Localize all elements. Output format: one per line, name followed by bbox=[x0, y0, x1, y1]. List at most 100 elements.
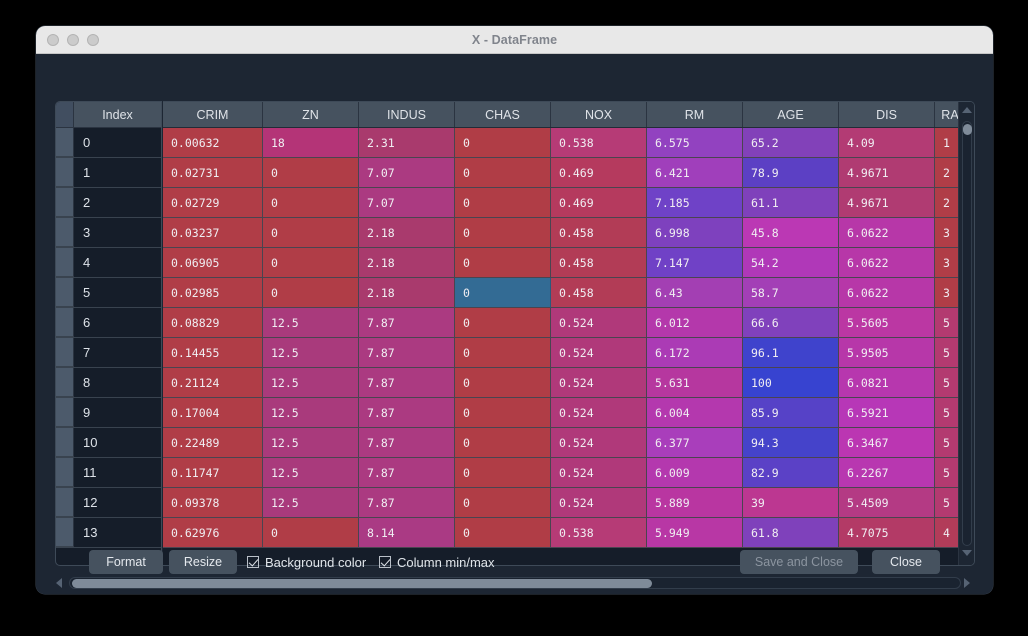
index-value[interactable]: 7 bbox=[74, 338, 161, 367]
index-value[interactable]: 8 bbox=[74, 368, 161, 397]
index-row[interactable]: 0 bbox=[56, 128, 161, 158]
table-cell[interactable]: 6.377 bbox=[647, 428, 743, 458]
table-cell[interactable]: 78.9 bbox=[743, 158, 839, 188]
row-header-handle[interactable] bbox=[56, 308, 74, 337]
index-row[interactable]: 10 bbox=[56, 428, 161, 458]
table-cell[interactable]: 12.5 bbox=[263, 368, 359, 398]
index-row[interactable]: 12 bbox=[56, 488, 161, 518]
save-and-close-button[interactable]: Save and Close bbox=[740, 550, 858, 574]
background-color-checkbox[interactable]: Background color bbox=[247, 550, 366, 574]
table-cell[interactable]: 94.3 bbox=[743, 428, 839, 458]
table-cell[interactable]: 0.08829 bbox=[163, 308, 263, 338]
table-cell[interactable]: 6.575 bbox=[647, 128, 743, 158]
column-header-chas[interactable]: CHAS bbox=[455, 102, 551, 127]
index-row[interactable]: 4 bbox=[56, 248, 161, 278]
table-cell[interactable]: 12.5 bbox=[263, 398, 359, 428]
table-cell[interactable]: 3 bbox=[935, 218, 958, 248]
table-cell[interactable]: 6.5921 bbox=[839, 398, 935, 428]
table-cell[interactable]: 6.012 bbox=[647, 308, 743, 338]
table-cell[interactable]: 12.5 bbox=[263, 308, 359, 338]
table-cell[interactable]: 7.07 bbox=[359, 158, 455, 188]
table-cell[interactable]: 0.11747 bbox=[163, 458, 263, 488]
row-header-handle[interactable] bbox=[56, 158, 74, 187]
row-header-handle[interactable] bbox=[56, 278, 74, 307]
table-cell[interactable]: 12.5 bbox=[263, 488, 359, 518]
table-cell[interactable]: 0.524 bbox=[551, 458, 647, 488]
table-cell[interactable]: 5.889 bbox=[647, 488, 743, 518]
table-cell[interactable]: 0.02731 bbox=[163, 158, 263, 188]
table-cell[interactable]: 2.18 bbox=[359, 218, 455, 248]
table-cell[interactable]: 65.2 bbox=[743, 128, 839, 158]
row-header-handle[interactable] bbox=[56, 398, 74, 427]
table-cell[interactable]: 6.43 bbox=[647, 278, 743, 308]
table-cell[interactable]: 0 bbox=[455, 428, 551, 458]
table-cell[interactable]: 7.87 bbox=[359, 398, 455, 428]
column-header-indus[interactable]: INDUS bbox=[359, 102, 455, 127]
table-cell[interactable]: 0.524 bbox=[551, 488, 647, 518]
table-cell[interactable]: 7.147 bbox=[647, 248, 743, 278]
column-header-nox[interactable]: NOX bbox=[551, 102, 647, 127]
row-header-handle[interactable] bbox=[56, 128, 74, 157]
table-cell[interactable]: 7.185 bbox=[647, 188, 743, 218]
row-header-handle[interactable] bbox=[56, 488, 74, 517]
table-cell[interactable]: 6.004 bbox=[647, 398, 743, 428]
index-value[interactable]: 3 bbox=[74, 218, 161, 247]
scroll-up-arrow-icon[interactable] bbox=[962, 107, 972, 117]
table-cell[interactable]: 0 bbox=[263, 278, 359, 308]
table-cell[interactable]: 7.87 bbox=[359, 308, 455, 338]
table-cell[interactable]: 3 bbox=[935, 248, 958, 278]
table-cell[interactable]: 0.09378 bbox=[163, 488, 263, 518]
table-cell[interactable]: 0 bbox=[455, 248, 551, 278]
column-header-rm[interactable]: RM bbox=[647, 102, 743, 127]
minimize-window-button[interactable] bbox=[67, 33, 79, 46]
table-cell[interactable]: 7.07 bbox=[359, 188, 455, 218]
row-header-handle[interactable] bbox=[56, 338, 74, 367]
index-value[interactable]: 6 bbox=[74, 308, 161, 337]
table-cell[interactable]: 12.5 bbox=[263, 428, 359, 458]
index-row[interactable]: 2 bbox=[56, 188, 161, 218]
table-cell[interactable]: 0.03237 bbox=[163, 218, 263, 248]
table-cell[interactable]: 0 bbox=[455, 488, 551, 518]
table-cell[interactable]: 0 bbox=[455, 188, 551, 218]
table-cell[interactable]: 0.469 bbox=[551, 188, 647, 218]
table-cell[interactable]: 4.9671 bbox=[839, 188, 935, 218]
index-value[interactable]: 12 bbox=[74, 488, 161, 517]
index-row[interactable]: 7 bbox=[56, 338, 161, 368]
table-cell[interactable]: 5 bbox=[935, 488, 958, 518]
table-cell[interactable]: 6.0622 bbox=[839, 218, 935, 248]
table-cell[interactable]: 96.1 bbox=[743, 338, 839, 368]
index-row[interactable]: 9 bbox=[56, 398, 161, 428]
vertical-scrollbar[interactable] bbox=[958, 102, 974, 565]
table-cell[interactable]: 0.524 bbox=[551, 368, 647, 398]
table-cell[interactable]: 7.87 bbox=[359, 458, 455, 488]
table-cell[interactable]: 5.631 bbox=[647, 368, 743, 398]
table-cell[interactable]: 5.4509 bbox=[839, 488, 935, 518]
index-row[interactable]: 3 bbox=[56, 218, 161, 248]
table-cell[interactable]: 0 bbox=[455, 398, 551, 428]
table-cell[interactable]: 5 bbox=[935, 458, 958, 488]
table-cell[interactable]: 45.8 bbox=[743, 218, 839, 248]
column-minmax-checkbox[interactable]: Column min/max bbox=[379, 550, 495, 574]
table-cell[interactable]: 82.9 bbox=[743, 458, 839, 488]
table-cell[interactable]: 0.02729 bbox=[163, 188, 263, 218]
table-cell[interactable]: 6.0622 bbox=[839, 278, 935, 308]
table-cell[interactable]: 0 bbox=[455, 308, 551, 338]
table-cell[interactable]: 58.7 bbox=[743, 278, 839, 308]
table-cell[interactable]: 6.0821 bbox=[839, 368, 935, 398]
zoom-window-button[interactable] bbox=[87, 33, 99, 46]
table-cell[interactable]: 0.22489 bbox=[163, 428, 263, 458]
table-cell[interactable]: 54.2 bbox=[743, 248, 839, 278]
table-cell[interactable]: 6.0622 bbox=[839, 248, 935, 278]
table-cell[interactable]: 61.1 bbox=[743, 188, 839, 218]
index-value[interactable]: 2 bbox=[74, 188, 161, 217]
column-header-rad[interactable]: RAD bbox=[935, 102, 958, 127]
table-cell[interactable]: 12.5 bbox=[263, 458, 359, 488]
vertical-scrollbar-thumb[interactable] bbox=[963, 124, 972, 135]
close-window-button[interactable] bbox=[47, 33, 59, 46]
table-cell[interactable]: 0.458 bbox=[551, 218, 647, 248]
table-cell[interactable]: 3 bbox=[935, 278, 958, 308]
table-cell[interactable]: 5 bbox=[935, 338, 958, 368]
table-cell[interactable]: 0 bbox=[263, 158, 359, 188]
table-cell[interactable]: 6.421 bbox=[647, 158, 743, 188]
table-cell[interactable]: 0.538 bbox=[551, 128, 647, 158]
